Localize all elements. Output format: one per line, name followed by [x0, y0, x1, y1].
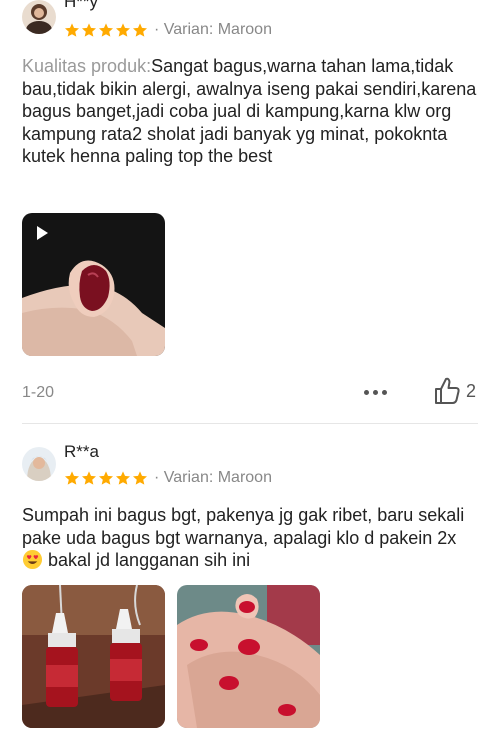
heart-eyes-emoji-icon	[22, 549, 43, 570]
review-body-end: bakal jd langganan sih ini	[43, 550, 251, 570]
star-icon	[116, 471, 130, 485]
review-body: Sumpah ini bagus bgt, pakenya jg gak rib…	[22, 505, 465, 548]
avatar[interactable]	[22, 447, 56, 481]
star-icon	[65, 471, 79, 485]
star-rating	[64, 470, 148, 486]
star-icon	[99, 471, 113, 485]
star-icon	[133, 471, 147, 485]
review-2: R**a · Varian: Maroon Sumpah ini bagus b…	[0, 0, 500, 739]
star-icon	[82, 471, 96, 485]
variant-label: · Varian: Maroon	[154, 469, 272, 486]
review-text: Sumpah ini bagus bgt, pakenya jg gak rib…	[22, 504, 482, 572]
review-photo-2[interactable]	[177, 585, 320, 728]
review-photo-1[interactable]	[22, 585, 165, 728]
reviewer-name: R**a	[64, 442, 99, 461]
